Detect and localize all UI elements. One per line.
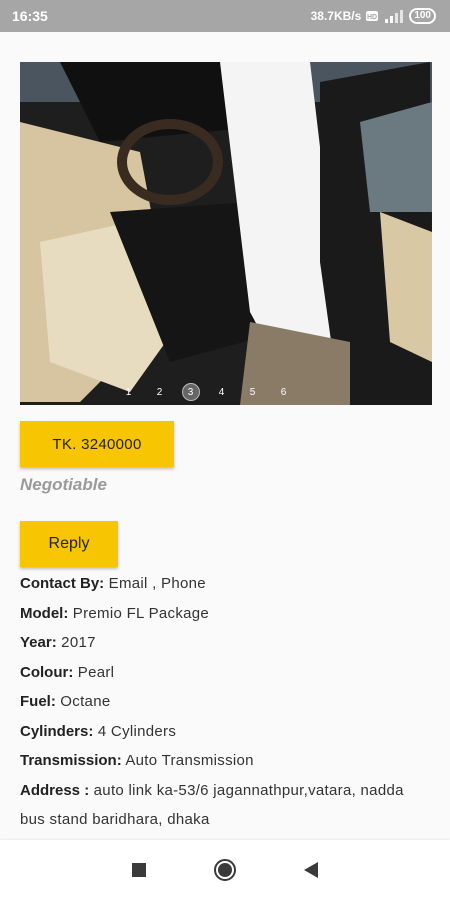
battery-level: 100 (414, 10, 431, 21)
pager-dot[interactable]: 6 (275, 383, 293, 401)
detail-value: 2017 (56, 634, 96, 651)
detail-key: Colour: (20, 663, 74, 681)
detail-key: Contact By: (20, 575, 105, 592)
detail-key: Address : (20, 781, 90, 799)
detail-row-transmission: Transmission: Auto Transmission (20, 746, 430, 776)
detail-value: Pearl (73, 663, 115, 681)
recents-square-icon[interactable] (132, 863, 146, 877)
wifi-data-icon: HD (365, 10, 379, 22)
back-triangle-icon[interactable] (304, 862, 318, 878)
home-circle-icon[interactable] (214, 859, 236, 881)
price-button[interactable]: TK. 3240000 (20, 421, 174, 467)
negotiable-label: Negotiable (20, 475, 107, 494)
detail-row-year: Year: 2017 (20, 628, 430, 658)
detail-row-cylinders: Cylinders: 4 Cylinders (20, 717, 430, 747)
detail-key: Transmission: (20, 752, 122, 769)
listing-content[interactable]: 1 2 3 4 5 6 TK. 3240000 Negotiable Reply… (0, 32, 450, 840)
network-speed: 38.7KB/s (310, 9, 362, 23)
gallery-pager: 1 2 3 4 5 6 (20, 379, 432, 405)
pager-dot[interactable]: 5 (244, 383, 262, 401)
pager-dot[interactable]: 1 (120, 383, 138, 401)
detail-key: Year: (20, 634, 57, 651)
detail-value: Premio FL Package (68, 604, 210, 622)
pager-dot[interactable]: 2 (151, 383, 169, 401)
status-right: 38.7KB/s HD 100 (311, 8, 436, 24)
svg-text:HD: HD (367, 14, 377, 21)
status-bar: 16:35 38.7KB/s HD 100 (0, 0, 450, 32)
car-interior-image (20, 62, 432, 405)
listing-details: Contact By: Email , Phone Model: Premio … (20, 569, 430, 834)
detail-value: Email , Phone (104, 575, 206, 592)
pager-dot[interactable]: 4 (213, 383, 231, 401)
detail-row-colour: Colour: Pearl (20, 658, 430, 688)
status-time: 16:35 (12, 8, 48, 24)
pager-dot-active[interactable]: 3 (181, 383, 200, 401)
detail-key: Model: (20, 604, 69, 622)
detail-value: Octane (55, 693, 111, 710)
battery-icon: 100 (409, 8, 436, 24)
signal-icon (383, 9, 405, 23)
detail-row-model: Model: Premio FL Package (20, 599, 430, 629)
detail-row-address: Address : auto link ka-53/6 jagannathpur… (20, 776, 430, 834)
detail-value: Auto Transmission (121, 752, 254, 769)
detail-key: Fuel: (20, 693, 56, 710)
reply-button[interactable]: Reply (20, 521, 118, 567)
image-gallery[interactable]: 1 2 3 4 5 6 (20, 62, 432, 405)
detail-row-fuel: Fuel: Octane (20, 687, 430, 717)
detail-key: Cylinders: (20, 722, 94, 740)
system-nav-bar (0, 840, 450, 900)
detail-value: 4 Cylinders (93, 722, 177, 740)
detail-row-contact: Contact By: Email , Phone (20, 569, 430, 599)
